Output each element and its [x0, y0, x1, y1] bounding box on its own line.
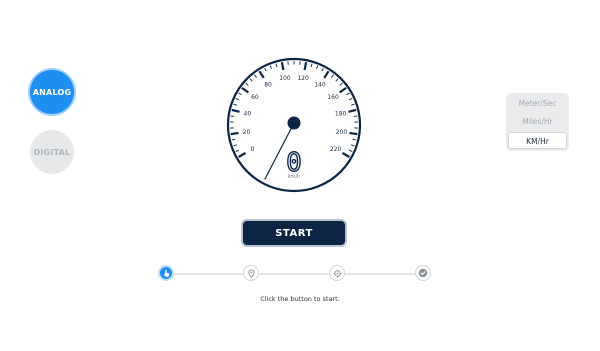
gauge-major-tick	[349, 131, 358, 136]
gauge-major-tick	[230, 131, 239, 136]
gauge-tick-label: 60	[251, 94, 259, 101]
needle-hub	[287, 116, 301, 130]
crosshair-icon	[332, 268, 342, 278]
gauge-tick-label: 220	[330, 146, 342, 153]
speedometer-gauge: 020406080100 120140160180200220 0 km/h	[226, 57, 362, 193]
gauge-tick-label: 20	[243, 129, 251, 136]
step-3	[329, 265, 345, 281]
gauge-tick-label: 40	[244, 111, 252, 118]
gauge-tick-label: 120	[297, 75, 309, 82]
gauge-tick-label: 200	[336, 129, 348, 136]
gauge-tick-label: 140	[314, 82, 326, 89]
stepper-track	[166, 273, 424, 275]
gauge-tick-label: 180	[335, 111, 347, 118]
unit-option-meter-sec[interactable]: Meter/Sec	[506, 95, 569, 112]
gauge-tick-label: 0	[251, 146, 255, 153]
step-1	[158, 265, 174, 281]
step-2	[243, 265, 259, 281]
step-4	[415, 265, 431, 281]
digital-mode-button[interactable]: DIGITAL	[30, 130, 74, 174]
gauge-major-tick	[280, 61, 285, 71]
gauge-tick-label: 160	[327, 94, 339, 101]
location-pin-icon	[247, 268, 255, 278]
start-button[interactable]: START	[241, 219, 347, 247]
gauge-major-tick	[303, 61, 308, 71]
unit-option-km-hr[interactable]: KM/Hr	[508, 132, 567, 149]
check-circle-icon	[418, 268, 428, 278]
instruction-text: Click the button to start.	[260, 295, 340, 303]
unit-option-miles-hr[interactable]: Miles/Hr	[506, 113, 569, 130]
analog-mode-button[interactable]: ANALOG	[30, 70, 74, 114]
gauge-tick-label: 80	[264, 82, 272, 89]
progress-stepper	[158, 265, 432, 283]
speed-unit-label: km/h	[288, 174, 301, 180]
gauge-tick-label: 100	[279, 75, 291, 82]
unit-selector: Meter/Sec Miles/Hr KM/Hr	[506, 93, 569, 151]
hand-pointer-icon	[163, 269, 169, 277]
